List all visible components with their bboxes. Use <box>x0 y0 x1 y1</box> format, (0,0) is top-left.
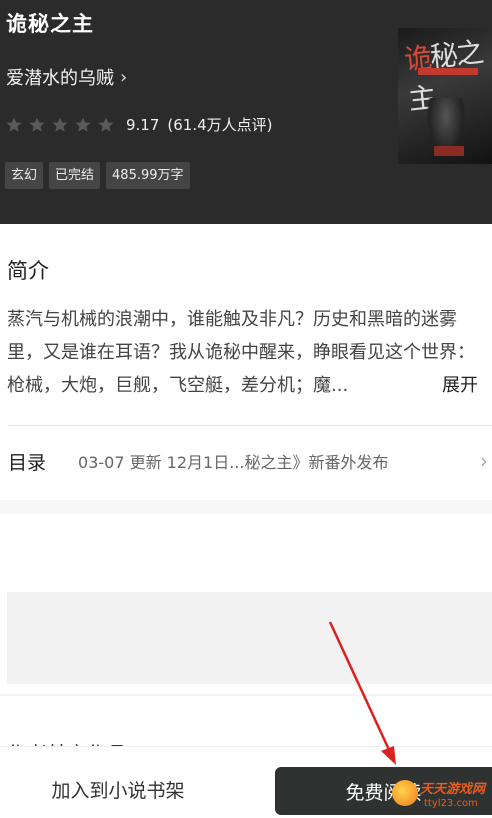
star-rating <box>5 116 120 134</box>
more-by-author-heading: 作者其它作品 <box>7 738 127 746</box>
author-name: 爱潜水的乌贼 <box>6 68 114 89</box>
star-icon <box>97 116 115 134</box>
section-separator <box>0 500 492 514</box>
book-cover[interactable]: 诡秘之主 <box>398 28 492 164</box>
toc-label: 目录 <box>8 451 47 474</box>
add-to-shelf-button[interactable]: 加入到小说书架 <box>0 765 236 813</box>
book-header: 诡秘之主 爱潜水的乌贼 › 9.17 (61.4万人点评) 玄幻 已完结 485… <box>0 0 492 224</box>
chevron-right-icon: › <box>120 66 128 88</box>
cover-publisher-mark <box>434 146 464 156</box>
tag-list: 玄幻 已完结 485.99万字 <box>5 162 196 189</box>
divider <box>8 425 492 426</box>
toc-row[interactable]: 目录 03-07 更新 12月1日...秘之主》新番外发布 › <box>0 439 492 483</box>
tag-status: 已完结 <box>49 162 101 189</box>
watermark-url: ttyl23.com <box>424 798 478 809</box>
intro-text: 蒸汽与机械的浪潮中，谁能触及非凡？历史和黑暗的迷雾里，又是谁在耳语？我从诡秘中醒… <box>7 309 475 396</box>
more-by-author-section: 作者其它作品 <box>0 696 492 746</box>
star-icon <box>5 116 23 134</box>
expand-button[interactable]: 展开 <box>440 369 478 402</box>
intro-section: 简介 蒸汽与机械的浪潮中，谁能触及非凡？历史和黑暗的迷雾里，又是谁在耳语？我从诡… <box>0 224 492 500</box>
star-icon <box>74 116 92 134</box>
cover-subtitle-bar <box>418 68 478 75</box>
chevron-right-icon: › <box>480 449 488 473</box>
author-link[interactable]: 爱潜水的乌贼 › <box>6 64 127 90</box>
watermark: 天天游戏网 ttyl23.com <box>392 778 492 818</box>
watermark-brand: 天天游戏网 <box>420 782 486 797</box>
toc-latest-update: 03-07 更新 12月1日...秘之主》新番外发布 <box>78 453 389 472</box>
intro-heading: 简介 <box>7 259 49 283</box>
watermark-logo-icon <box>392 780 418 806</box>
rating: 9.17 (61.4万人点评) <box>5 114 273 135</box>
rating-count: (61.4万人点评) <box>167 116 273 134</box>
tag-wordcount: 485.99万字 <box>106 162 190 189</box>
placeholder-block <box>7 592 492 684</box>
tag-genre: 玄幻 <box>5 162 44 189</box>
rating-score: 9.17 <box>126 115 160 134</box>
star-icon <box>51 116 69 134</box>
book-title: 诡秘之主 <box>6 12 94 36</box>
star-icon <box>28 116 46 134</box>
